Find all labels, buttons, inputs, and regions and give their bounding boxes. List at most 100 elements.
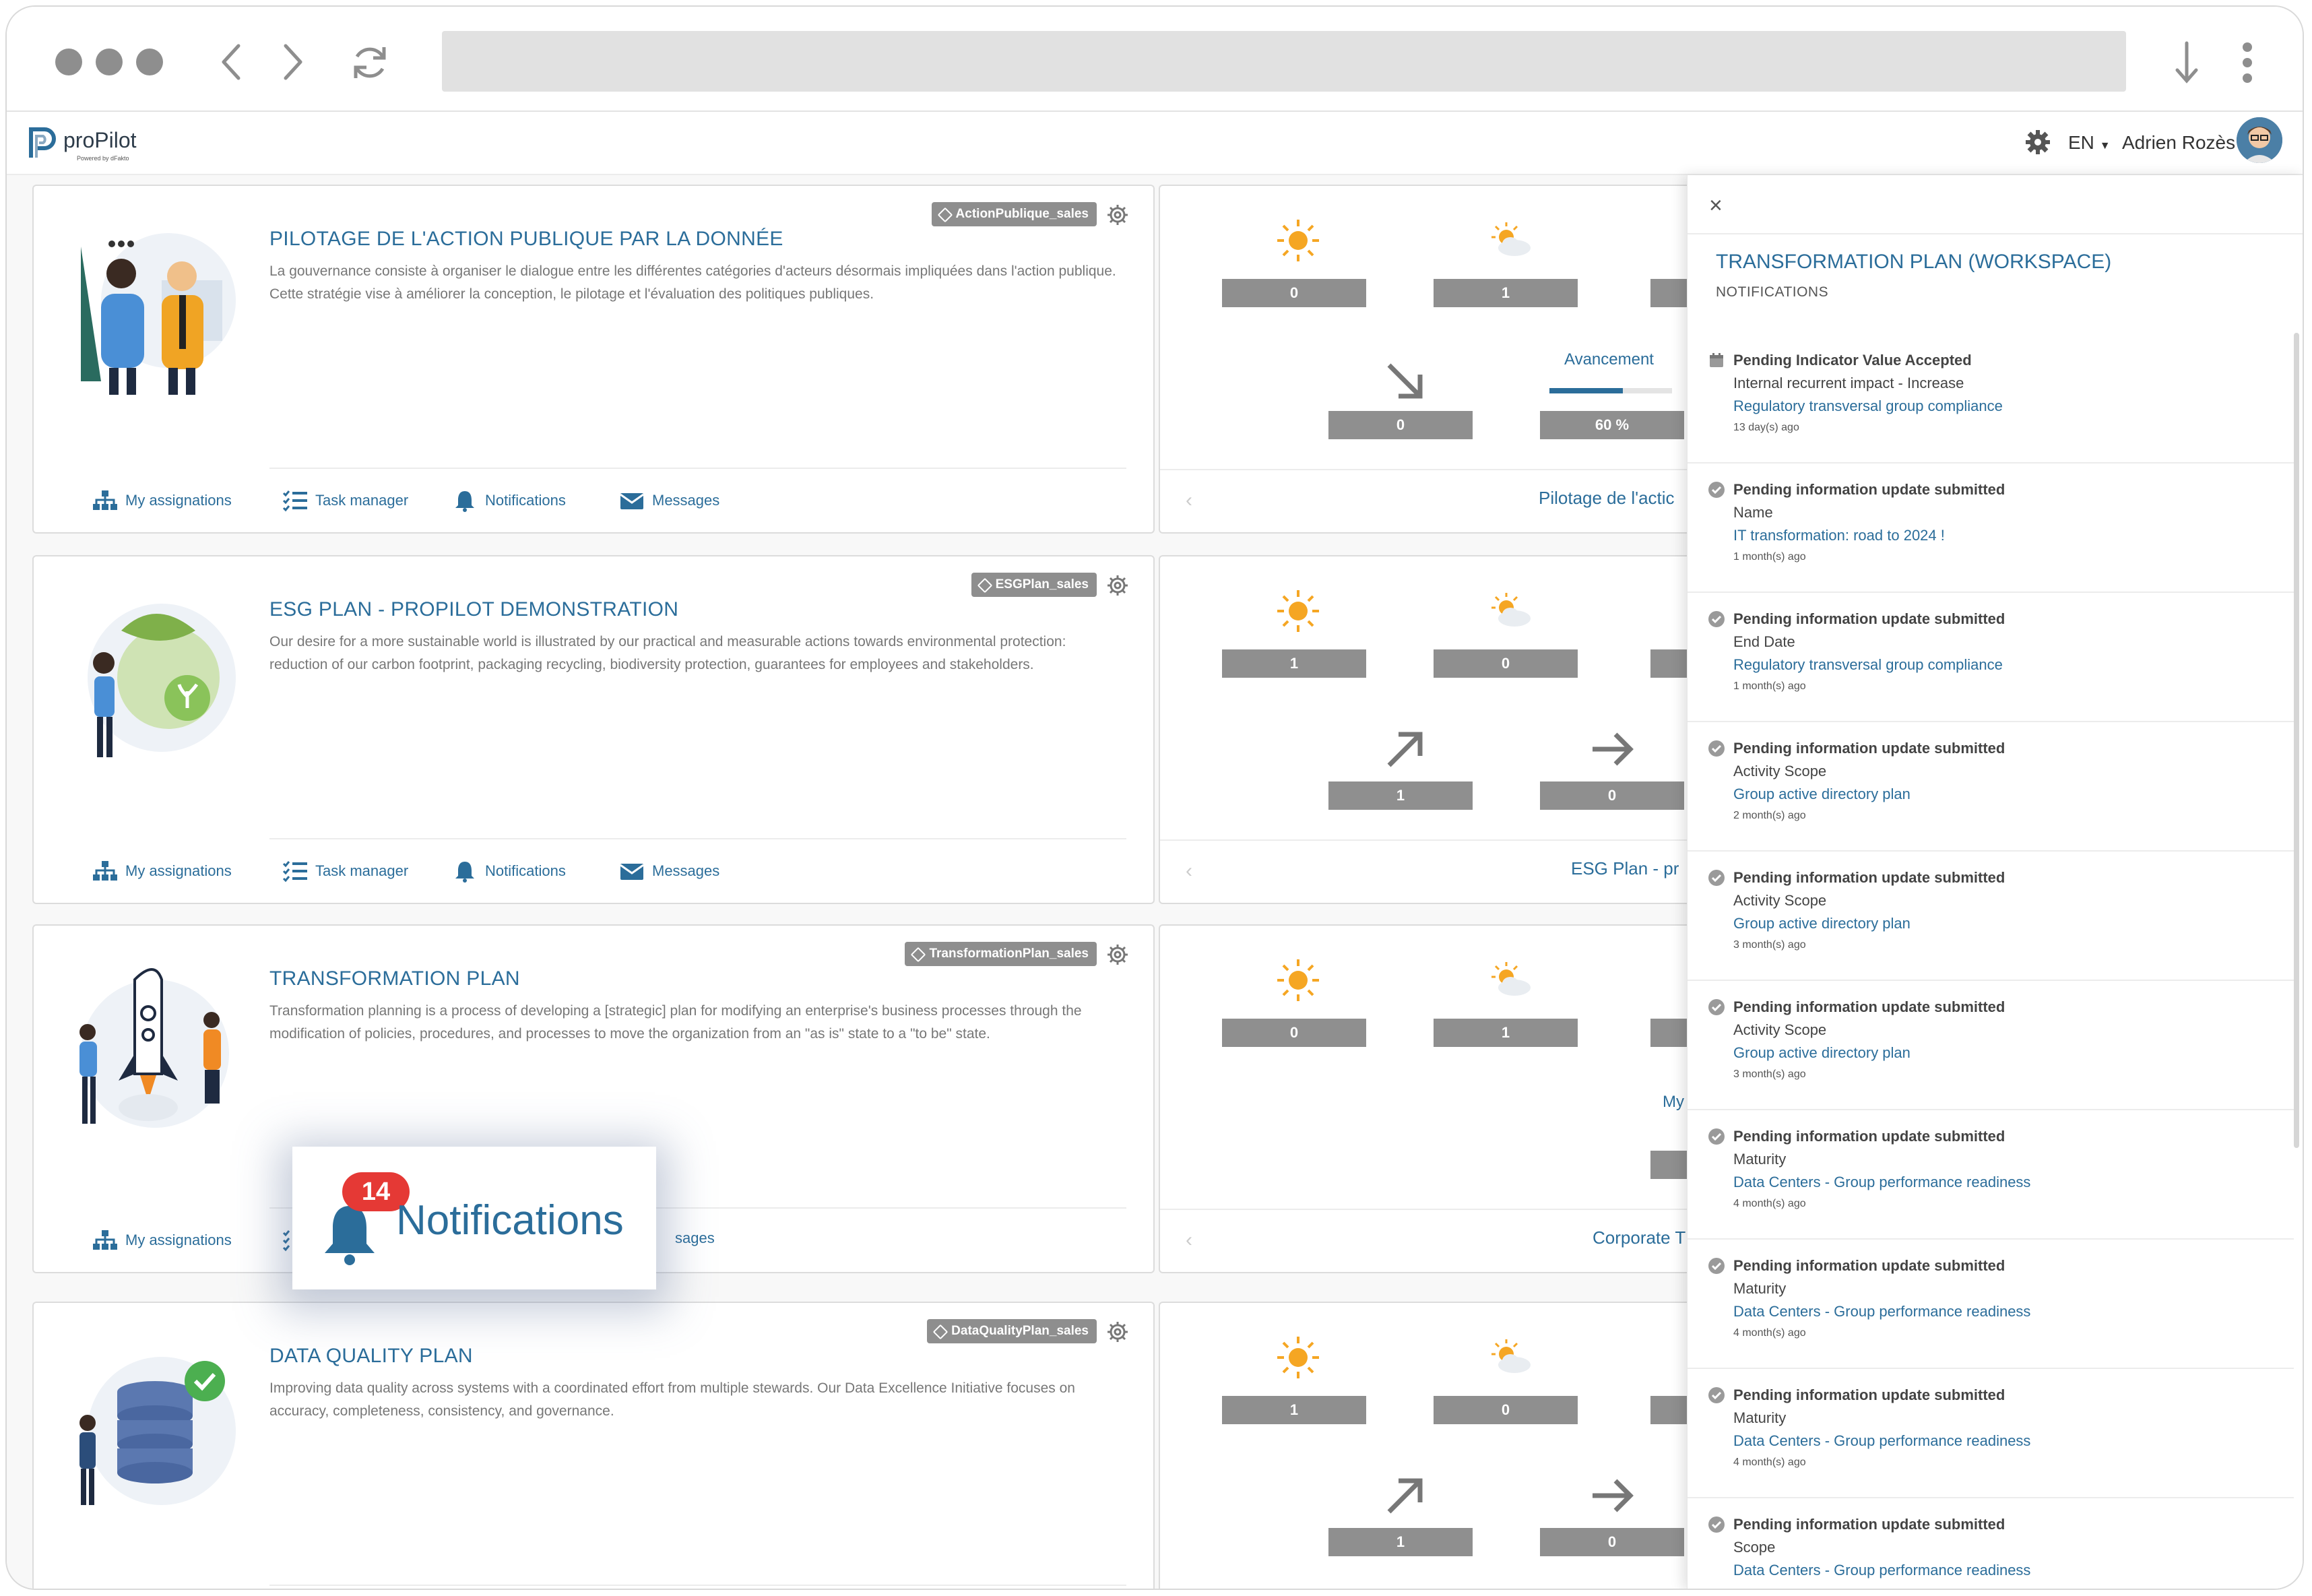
link-label: Task manager xyxy=(315,492,409,509)
messages-link[interactable]: Messages xyxy=(618,860,719,883)
notification-link[interactable]: Data Centers - Group performance readine… xyxy=(1733,1562,2030,1579)
my-assignations-link[interactable]: My assignations xyxy=(92,1229,232,1252)
notification-field: End Date xyxy=(1733,633,1795,650)
kpi-card[interactable]: 1 0 1 0 xyxy=(1159,1302,1700,1589)
close-icon[interactable]: × xyxy=(1709,193,1723,219)
card-settings-gear-icon[interactable] xyxy=(1106,1320,1129,1343)
notification-link[interactable]: Data Centers - Group performance readine… xyxy=(1733,1432,2030,1450)
card-settings-gear-icon[interactable] xyxy=(1106,574,1129,597)
workspace-card[interactable]: DataQualityPlan_sales DATA QUALITY PLAN … xyxy=(32,1302,1155,1589)
notifications-link[interactable]: Notifications xyxy=(451,489,566,512)
notification-item[interactable]: Pending information update submitted Matu… xyxy=(1688,1109,2294,1240)
logo-text: proPilot xyxy=(63,128,137,152)
weather-value: 1 xyxy=(1434,1019,1578,1047)
notifications-zoom-callout[interactable]: 14 Notifications xyxy=(292,1147,656,1289)
user-name[interactable]: Adrien Rozès xyxy=(2122,132,2235,154)
notification-item[interactable]: Pending information update submitted Acti… xyxy=(1688,721,2294,852)
notifications-link[interactable]: Notifications xyxy=(451,860,566,883)
my-assignations-link[interactable]: My assignations xyxy=(92,860,232,883)
workspace-tag[interactable]: DataQualityPlan_sales xyxy=(927,1319,1097,1343)
workspace-tag[interactable]: ESGPlan_sales xyxy=(971,573,1097,597)
panel-scrollbar[interactable] xyxy=(2294,333,2299,1148)
notification-item[interactable]: Pending information update submitted Matu… xyxy=(1688,1238,2294,1369)
notification-item[interactable]: Pending Indicator Value Accepted Internal… xyxy=(1688,333,2294,464)
notification-item[interactable]: Pending information update submitted Scop… xyxy=(1688,1497,2294,1589)
notification-title: Pending Indicator Value Accepted xyxy=(1733,352,1972,369)
arrow-down-right-icon xyxy=(1381,357,1430,406)
download-icon[interactable] xyxy=(2173,39,2200,86)
settings-gear-icon[interactable] xyxy=(2025,129,2051,155)
notification-title: Pending information update submitted xyxy=(1733,998,2005,1015)
notification-item[interactable]: Pending information update submitted Acti… xyxy=(1688,850,2294,981)
workspace-tag[interactable]: TransformationPlan_sales xyxy=(905,942,1097,966)
task-manager-link[interactable]: Task manager xyxy=(282,860,408,883)
sun-icon xyxy=(1275,587,1322,635)
window-close-dot[interactable] xyxy=(55,49,82,75)
notification-item[interactable]: Pending information update submitted Acti… xyxy=(1688,980,2294,1110)
card-settings-gear-icon[interactable] xyxy=(1106,943,1129,966)
card-title[interactable]: PILOTAGE DE L'ACTION PUBLIQUE PAR LA DON… xyxy=(269,228,783,251)
notification-link[interactable]: Group active directory plan xyxy=(1733,1044,1910,1062)
link-label: My assignations xyxy=(125,862,232,879)
language-selector[interactable]: EN ▼ xyxy=(2068,132,2111,154)
notification-item[interactable]: Pending information update submitted End … xyxy=(1688,592,2294,722)
card-title[interactable]: DATA QUALITY PLAN xyxy=(269,1345,473,1368)
task-manager-link[interactable]: Task manager xyxy=(282,489,408,512)
workspace-card[interactable]: ESGPlan_sales ESG PLAN - PROPILOT DEMONS… xyxy=(32,555,1155,904)
messages-link[interactable]: Messages xyxy=(618,489,719,512)
pager-prev-icon[interactable]: ‹ xyxy=(1186,489,1192,512)
messages-link[interactable]: sages xyxy=(675,1229,715,1247)
my-assignations-link[interactable]: My assignations xyxy=(92,489,232,512)
notification-link[interactable]: IT transformation: road to 2024 ! xyxy=(1733,527,1945,544)
kpi-card[interactable]: 0 1 0 Avancement 60 % ‹ Pilotage de l'ac… xyxy=(1159,185,1700,534)
window-minimize-dot[interactable] xyxy=(96,49,123,75)
notification-time: 3 month(s) ago xyxy=(1733,1068,1806,1080)
notification-field: Maturity xyxy=(1733,1409,1787,1426)
notification-field: Maturity xyxy=(1733,1151,1787,1168)
forward-icon[interactable] xyxy=(278,42,307,82)
notification-item[interactable]: Pending information update submitted Name… xyxy=(1688,462,2294,593)
card-settings-gear-icon[interactable] xyxy=(1106,203,1129,226)
pager-title[interactable]: ESG Plan - pr xyxy=(1571,858,1679,879)
link-label: My assignations xyxy=(125,1232,232,1248)
workspace-card[interactable]: ActionPublique_sales PILOTAGE DE L'ACTIO… xyxy=(32,185,1155,534)
pager-title[interactable]: Corporate T xyxy=(1593,1227,1685,1248)
workspace-tag[interactable]: ActionPublique_sales xyxy=(931,202,1097,226)
card-title[interactable]: TRANSFORMATION PLAN xyxy=(269,967,520,990)
window-maximize-dot[interactable] xyxy=(136,49,163,75)
kpi-card[interactable]: 1 0 1 0 ‹ ESG Plan - pr xyxy=(1159,555,1700,904)
user-avatar[interactable] xyxy=(2237,117,2282,163)
pager-prev-icon[interactable]: ‹ xyxy=(1186,1229,1192,1252)
kpi-card[interactable]: 0 1 My ‹ Corporate T xyxy=(1159,924,1700,1273)
notification-link[interactable]: Group active directory plan xyxy=(1733,786,1910,803)
card-title[interactable]: ESG PLAN - PROPILOT DEMONSTRATION xyxy=(269,598,678,621)
workspace-list: ActionPublique_sales PILOTAGE DE L'ACTIO… xyxy=(7,175,2303,1589)
kpi-label-clipped: My xyxy=(1663,1093,1684,1111)
notification-link[interactable]: Regulatory transversal group compliance xyxy=(1733,656,2003,674)
pager-title[interactable]: Pilotage de l'actic xyxy=(1539,488,1675,509)
propilot-logo-icon[interactable] xyxy=(24,124,62,162)
weather-value: 0 xyxy=(1222,279,1366,307)
panel-divider xyxy=(1688,233,2303,234)
link-label: Messages xyxy=(652,862,720,879)
sun-cloud-icon xyxy=(1486,1334,1533,1381)
browser-window: proPilot Powered by dFakto EN ▼ Adrien R… xyxy=(5,5,2304,1590)
reload-icon[interactable] xyxy=(349,42,391,84)
notification-time: 2 month(s) ago xyxy=(1733,810,1806,821)
esg-illustration xyxy=(61,590,243,772)
notification-link[interactable]: Group active directory plan xyxy=(1733,915,1910,932)
pager-prev-icon[interactable]: ‹ xyxy=(1186,860,1192,883)
notification-link[interactable]: Regulatory transversal group compliance xyxy=(1733,397,2003,415)
progress-track xyxy=(1549,388,1672,393)
check-circle-icon xyxy=(1708,1516,1725,1533)
check-circle-icon xyxy=(1708,1386,1725,1404)
notification-time: 3 month(s) ago xyxy=(1733,939,1806,951)
notification-item[interactable]: Pending information update submitted Matu… xyxy=(1688,1368,2294,1498)
notification-link[interactable]: Data Centers - Group performance readine… xyxy=(1733,1174,2030,1191)
notification-field: Internal recurrent impact - Increase xyxy=(1733,375,1964,391)
notification-field: Activity Scope xyxy=(1733,1021,1827,1038)
address-bar[interactable] xyxy=(442,31,2126,92)
notification-link[interactable]: Data Centers - Group performance readine… xyxy=(1733,1303,2030,1320)
back-icon[interactable] xyxy=(217,42,247,82)
kebab-menu-icon[interactable] xyxy=(2241,40,2254,85)
